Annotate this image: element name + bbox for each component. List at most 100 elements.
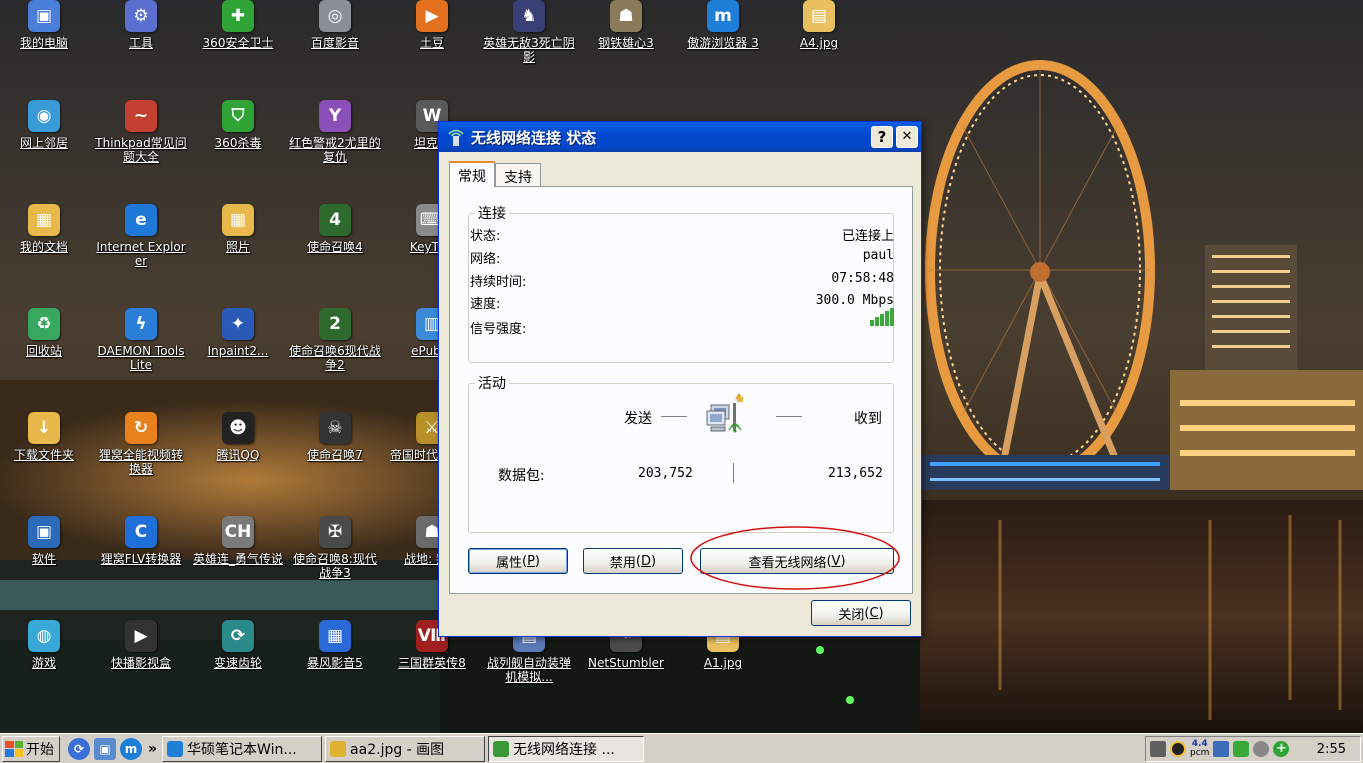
desktop-icon-label: 土豆 bbox=[419, 36, 444, 50]
desktop-icon-label: NetStumbler bbox=[588, 656, 664, 670]
desktop-icon[interactable]: ▤ A4.jpg bbox=[771, 0, 867, 50]
taskbar: 开始 ⟳ ▣ m » 华硕笔记本Win... aa2.jpg - 画图 无线网络连接… bbox=[0, 733, 1363, 763]
wireless-network-icon bbox=[448, 129, 464, 146]
desktop-icon[interactable]: Y 红色警戒2尤里的复仇 bbox=[287, 100, 383, 164]
signal-row: 信号强度: bbox=[470, 308, 894, 337]
activity-group: 活动 bbox=[468, 373, 894, 533]
close-accel-key: C bbox=[869, 605, 879, 621]
taskbar-buttons: 华硕笔记本Win... aa2.jpg - 画图 无线网络连接 ... bbox=[159, 735, 645, 762]
desktop-icon[interactable]: ⚙ 工具 bbox=[93, 0, 189, 50]
desktop-icon[interactable]: ◉ 网上邻居 bbox=[0, 100, 92, 150]
desktop-icon[interactable]: 4 使命召唤4 bbox=[287, 204, 383, 254]
desktop-icon[interactable]: ↻ 狸窝全能视频转换器 bbox=[93, 412, 189, 476]
duration-label: 持续时间: bbox=[470, 275, 527, 290]
dialog-titlebar[interactable]: 无线网络连接 状态 ? ✕ bbox=[439, 122, 921, 152]
help-button[interactable]: ? bbox=[871, 126, 893, 148]
connection-group-title: 连接 bbox=[478, 206, 506, 222]
received-label: 收到 bbox=[854, 411, 882, 427]
my-documents-icon: ▦ bbox=[28, 204, 60, 236]
desktop-icon-label: 使命召唤6现代战争2 bbox=[289, 344, 381, 372]
desktop-icon[interactable]: ✚ 360安全卫士 bbox=[190, 0, 286, 50]
desktop-icon[interactable]: ▶ 土豆 bbox=[384, 0, 480, 50]
360-safeguard-tray-icon[interactable]: + bbox=[1273, 741, 1290, 757]
inpaint-wand-icon: ✦ bbox=[222, 308, 254, 340]
desktop-icon-label: 快播影视盒 bbox=[110, 656, 171, 670]
desktop-icon[interactable]: ☻ 腾讯QQ bbox=[190, 412, 286, 462]
taskbar-button[interactable]: 华硕笔记本Win... bbox=[162, 735, 323, 762]
desktop-icon[interactable]: ▦ 我的文档 bbox=[0, 204, 92, 254]
desktop-icon[interactable]: CH 英雄连_勇气传说 bbox=[190, 516, 286, 566]
tab-support[interactable]: 支持 bbox=[495, 163, 541, 187]
desktop-icon[interactable]: ♞ 英雄无敌3死亡阴影 bbox=[481, 0, 577, 64]
network-label: 网络: bbox=[470, 252, 501, 267]
desktop-icon[interactable]: ▶ 快播影视盒 bbox=[93, 620, 189, 670]
desktop-icon-label: 钢铁雄心3 bbox=[598, 36, 654, 50]
close-dialog-button[interactable]: 关闭(C) bbox=[811, 600, 911, 626]
general-tab-panel: 连接 状态: 已连接上 网络: paul 持续时间: 07:58:48 速度: … bbox=[449, 186, 913, 594]
desktop-icon[interactable]: ▦ 照片 bbox=[190, 204, 286, 254]
desktop-icon[interactable]: ✠ 使命召唤8:现代战争3 bbox=[287, 516, 383, 580]
desktop-icon[interactable]: ▣ 软件 bbox=[0, 516, 92, 566]
quicklaunch-overflow-chevron-icon[interactable]: » bbox=[148, 741, 157, 757]
quicklaunch-ie-icon[interactable]: ⟳ bbox=[68, 737, 90, 760]
disable-button[interactable]: 禁用(D) bbox=[583, 548, 683, 574]
keyboard-tray-icon[interactable] bbox=[1150, 741, 1166, 757]
desktop-icon[interactable]: ♻ 回收站 bbox=[0, 308, 92, 358]
speed-label: 速度: bbox=[470, 297, 501, 312]
status-row: 状态: 已连接上 bbox=[470, 225, 894, 244]
daemon-tools-icon: ϟ bbox=[125, 308, 157, 340]
desktop-icon[interactable]: e Internet Explorer bbox=[93, 204, 189, 268]
desktop-icon-label: 360安全卫士 bbox=[202, 36, 274, 50]
quicklaunch-desktop-icon[interactable]: ▣ bbox=[94, 737, 116, 760]
security-shield-tray-icon[interactable] bbox=[1233, 741, 1250, 757]
taskbar-button-label: 无线网络连接 ... bbox=[513, 741, 615, 758]
desktop-icon-label: 三国群英传8 bbox=[398, 656, 466, 670]
desktop-icon[interactable]: ⛉ 360杀毒 bbox=[190, 100, 286, 150]
tab-general[interactable]: 常规 bbox=[449, 161, 495, 187]
desktop-icon[interactable]: ☠ 使命召唤7 bbox=[287, 412, 383, 462]
desktop-icon[interactable]: ↓ 下载文件夹 bbox=[0, 412, 92, 462]
wireless-connection-tray-icon[interactable] bbox=[1213, 741, 1230, 757]
windows-logo-icon bbox=[5, 740, 23, 757]
status-label: 状态: bbox=[470, 229, 501, 244]
audio-pcm-tray-icon[interactable]: 4.4 pcm bbox=[1190, 740, 1209, 758]
internet-explorer-icon: e bbox=[125, 204, 157, 236]
desktop-icon-label: DAEMON Tools Lite bbox=[97, 344, 185, 372]
desktop-icon[interactable]: m 傲游浏览器 3 bbox=[675, 0, 771, 50]
call-of-duty-4-icon: 4 bbox=[319, 204, 351, 236]
desktop-icon-label: 腾讯QQ bbox=[216, 448, 260, 462]
start-button[interactable]: 开始 bbox=[2, 735, 60, 762]
qq-tray-icon[interactable] bbox=[1170, 741, 1186, 757]
desktop-icon-label: 战列舰自动装弹机模拟... bbox=[486, 656, 571, 684]
desktop-icon[interactable]: ▣ 我的电脑 bbox=[0, 0, 92, 50]
speed-row: 速度: 300.0 Mbps bbox=[470, 293, 894, 312]
activity-group-title: 活动 bbox=[478, 376, 506, 392]
desktop-icon[interactable]: ⟳ 变速齿轮 bbox=[190, 620, 286, 670]
close-window-button[interactable]: ✕ bbox=[896, 126, 918, 148]
properties-button[interactable]: 属性(P) bbox=[468, 548, 568, 574]
settings-gear-tray-icon[interactable] bbox=[1253, 741, 1270, 757]
packets-label: 数据包: bbox=[498, 468, 545, 484]
view-wireless-networks-button[interactable]: 查看无线网络(V) bbox=[700, 548, 894, 574]
taskbar-button[interactable]: 无线网络连接 ... bbox=[488, 735, 645, 762]
desktop-icon[interactable]: ϟ DAEMON Tools Lite bbox=[93, 308, 189, 372]
clock[interactable]: 2:55 bbox=[1317, 742, 1346, 757]
desktop-icon[interactable]: ~ Thinkpad常见问题大全 bbox=[93, 100, 189, 164]
desktop-icon[interactable]: ☗ 钢铁雄心3 bbox=[578, 0, 674, 50]
desktop-icon[interactable]: ✦ Inpaint2... bbox=[190, 308, 286, 358]
flv-converter-icon: C bbox=[125, 516, 157, 548]
network-places-icon: ◉ bbox=[28, 100, 60, 132]
desktop-icon[interactable]: ◍ 游戏 bbox=[0, 620, 92, 670]
start-label: 开始 bbox=[26, 741, 54, 758]
wireless-status-dialog: 无线网络连接 状态 ? ✕ 常规 支持 连接 状态: 已连接上 网络: paul… bbox=[438, 121, 922, 637]
desktop-icon[interactable]: ▦ 暴风影音5 bbox=[287, 620, 383, 670]
disable-button-label: 禁用 bbox=[609, 555, 636, 571]
desktop-icon[interactable]: ◎ 百度影音 bbox=[287, 0, 383, 50]
taskbar-button[interactable]: aa2.jpg - 画图 bbox=[325, 735, 486, 762]
desktop-icon-label: 暴风影音5 bbox=[307, 656, 363, 670]
desktop-icon-label: A1.jpg bbox=[703, 656, 743, 670]
desktop-icon[interactable]: 2 使命召唤6现代战争2 bbox=[287, 308, 383, 372]
qvod-player-icon: ▶ bbox=[125, 620, 157, 652]
quicklaunch-maxthon-icon[interactable]: m bbox=[120, 737, 142, 760]
desktop-icon[interactable]: C 狸窝FLV转换器 bbox=[93, 516, 189, 566]
